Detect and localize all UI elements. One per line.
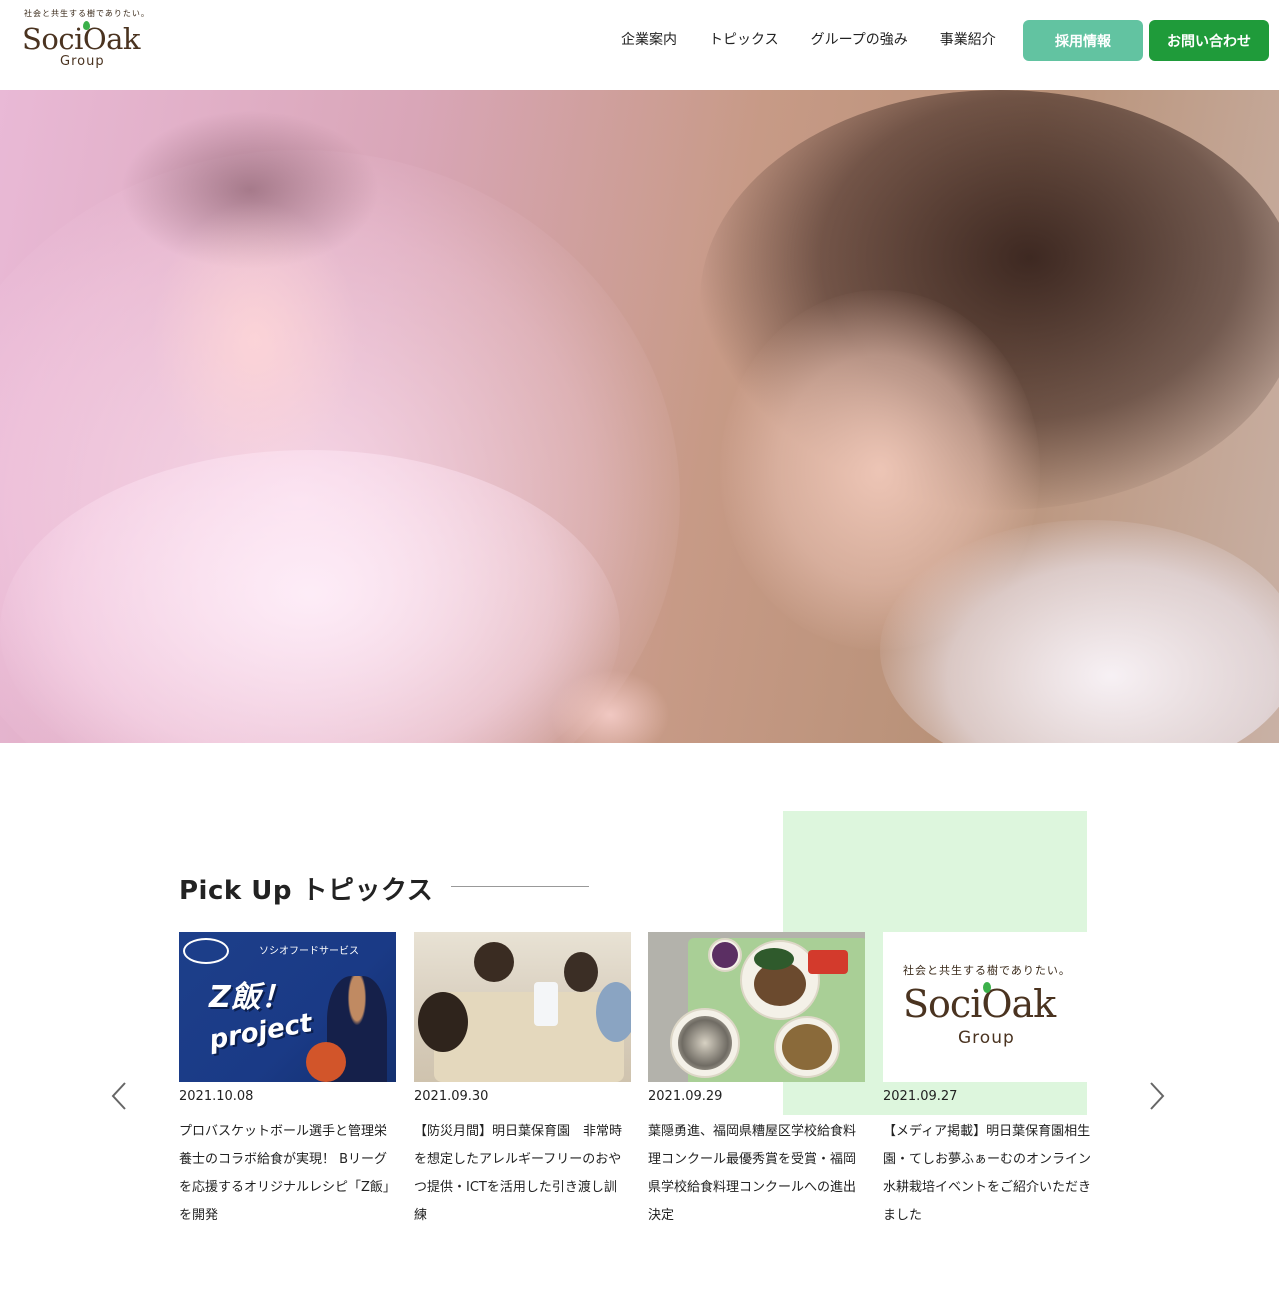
topic-card-image[interactable]: 社会と共生する樹でありたい。 SociOak Group [883,932,1100,1082]
image-logo-wordmark: SociOak [903,982,1056,1026]
chevron-left-icon[interactable] [108,1080,130,1112]
topic-card[interactable]: 社会と共生する樹でありたい。 SociOak Group 2021.09.27 … [883,932,1100,1230]
photo-food [754,948,794,970]
topic-card-image[interactable]: ソシオフードサービス Z飯！ project [179,932,396,1082]
nav-item-company[interactable]: 企業案内 [605,30,693,50]
topic-card[interactable]: ソシオフードサービス Z飯！ project 2021.10.08 プロバスケッ… [179,932,396,1230]
photo-child [596,982,631,1042]
photo-milk-carton [808,950,848,974]
topic-card[interactable]: 2021.09.29 葉隠勇進、福岡県糟屋区学校給食料理コンクール最優秀賞を受賞… [648,932,865,1230]
image-logo-sub: Group [958,1028,1015,1048]
photo-child [564,952,598,992]
image-brand-label: ソシオフードサービス [259,946,359,957]
topic-card-date: 2021.09.29 [648,1089,723,1104]
photo-bottle [534,982,558,1026]
photo-child [418,992,468,1052]
section-title: Pick Up トピックス [179,876,434,906]
topic-card-date: 2021.09.30 [414,1089,489,1104]
basketball-icon [306,1042,346,1082]
topic-card-image[interactable] [414,932,631,1082]
nav-item-strengths[interactable]: グループの強み [795,30,924,50]
logo-wordmark: SociOak [22,22,140,56]
image-logo-tagline: 社会と共生する樹でありたい。 [903,964,1071,977]
photo-child [474,942,514,982]
topic-card-title[interactable]: 【メディア掲載】明日葉保育園相生園・てしお夢ふぁーむのオンライン水耕栽培イベント… [883,1118,1095,1230]
topic-card-date: 2021.10.08 [179,1089,254,1104]
site-logo[interactable]: 社会と共生する樹でありたい。 SociOak Group [22,8,152,72]
image-headline: Z飯！ [209,980,291,1015]
team-logo-icon [183,938,229,964]
photo-food [678,1016,732,1070]
topic-card-title[interactable]: 【防災月間】明日葉保育園 非常時を想定したアレルギーフリーのおやつ提供・ICTを… [414,1118,626,1230]
photo-food [782,1024,832,1070]
chevron-right-icon[interactable] [1146,1080,1168,1112]
contact-button[interactable]: お問い合わせ [1149,20,1269,61]
title-divider [451,886,589,887]
hero-image [0,90,1279,743]
photo-food [712,942,738,968]
nav-item-topics[interactable]: トピックス [693,30,795,50]
main-nav: 企業案内 トピックス グループの強み 事業紹介 [605,30,1012,50]
site-header: 社会と共生する樹でありたい。 SociOak Group 企業案内 トピックス … [0,0,1279,90]
leaf-icon [983,982,991,993]
hero-person-left-face [150,200,360,480]
recruit-button[interactable]: 採用情報 [1023,20,1143,61]
logo-tagline: 社会と共生する樹でありたい。 [24,9,150,18]
logo-sub: Group [60,54,105,69]
topic-card-date: 2021.09.27 [883,1089,958,1104]
topic-card-title[interactable]: 葉隠勇進、福岡県糟屋区学校給食料理コンクール最優秀賞を受賞・福岡県学校給食料理コ… [648,1118,860,1230]
topic-card-title[interactable]: プロバスケットボール選手と管理栄養士のコラボ給食が実現！ Bリーグを応援するオリ… [179,1118,391,1230]
topic-card[interactable]: 2021.09.30 【防災月間】明日葉保育園 非常時を想定したアレルギーフリー… [414,932,631,1230]
leaf-icon [83,21,90,30]
nav-item-business[interactable]: 事業紹介 [924,30,1012,50]
topic-card-image[interactable] [648,932,865,1082]
